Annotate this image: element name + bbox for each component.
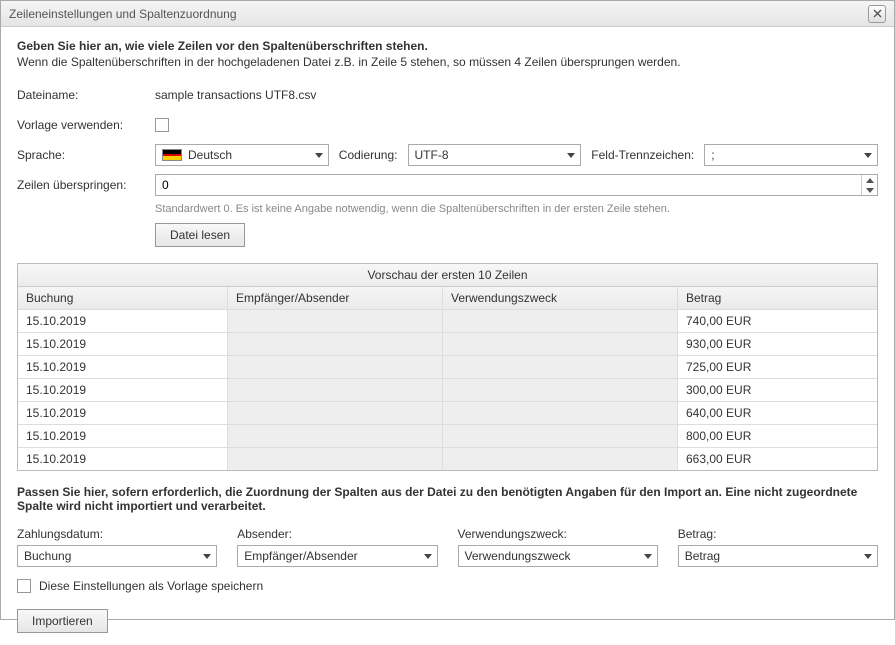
save-template-row: Diese Einstellungen als Vorlage speicher…	[17, 579, 878, 593]
map-sender-label: Absender:	[237, 527, 437, 541]
table-cell	[228, 333, 443, 355]
mapping-labels: Zahlungsdatum: Buchung Absender: Empfäng…	[17, 527, 878, 567]
preview-table: Vorschau der ersten 10 Zeilen Buchung Em…	[17, 263, 878, 471]
table-cell: 930,00 EUR	[678, 333, 877, 355]
map-date-select[interactable]: Buchung	[17, 545, 217, 567]
col-header-zweck: Verwendungszweck	[443, 287, 678, 309]
skip-rows-input[interactable]	[156, 175, 861, 195]
table-cell: 663,00 EUR	[678, 448, 877, 470]
table-cell	[443, 425, 678, 447]
separator-label: Feld-Trennzeichen:	[591, 148, 694, 162]
separator-select[interactable]: ;	[704, 144, 878, 166]
filename-value: sample transactions UTF8.csv	[155, 88, 878, 102]
dialog-title: Zeileneinstellungen und Spaltenzuordnung	[9, 7, 868, 21]
table-cell	[443, 402, 678, 424]
table-row: 15.10.2019 300,00 EUR	[18, 379, 877, 402]
map-purpose-label: Verwendungszweck:	[458, 527, 658, 541]
encoding-label: Codierung:	[339, 148, 398, 162]
table-cell	[228, 448, 443, 470]
table-cell	[228, 310, 443, 332]
skip-rows-label: Zeilen überspringen:	[17, 178, 155, 192]
table-cell: 640,00 EUR	[678, 402, 877, 424]
import-button[interactable]: Importieren	[17, 609, 108, 633]
table-cell	[443, 448, 678, 470]
map-amount-label: Betrag:	[678, 527, 878, 541]
skip-rows-spinner[interactable]	[155, 174, 878, 196]
language-value: Deutsch	[188, 148, 232, 162]
table-cell: 15.10.2019	[18, 425, 228, 447]
map-purpose-select[interactable]: Verwendungszweck	[458, 545, 658, 567]
close-button[interactable]	[868, 5, 886, 23]
encoding-value: UTF-8	[415, 148, 449, 162]
flag-de-icon	[162, 149, 182, 161]
table-cell	[228, 402, 443, 424]
dialog: Zeileneinstellungen und Spaltenzuordnung…	[0, 0, 895, 620]
spinner-down-button[interactable]	[862, 185, 877, 195]
filename-label: Dateiname:	[17, 88, 155, 102]
table-row: 15.10.2019 800,00 EUR	[18, 425, 877, 448]
table-cell: 15.10.2019	[18, 402, 228, 424]
table-cell	[228, 425, 443, 447]
table-row: 15.10.2019 740,00 EUR	[18, 310, 877, 333]
close-icon	[873, 9, 882, 18]
read-file-button[interactable]: Datei lesen	[155, 223, 245, 247]
table-row: 15.10.2019 663,00 EUR	[18, 448, 877, 470]
mapping-instruction: Passen Sie hier, sofern erforderlich, di…	[17, 485, 878, 513]
language-label: Sprache:	[17, 148, 155, 162]
preview-header: Buchung Empfänger/Absender Verwendungszw…	[18, 287, 877, 310]
table-cell: 15.10.2019	[18, 333, 228, 355]
col-header-betrag: Betrag	[678, 287, 877, 309]
table-cell: 15.10.2019	[18, 356, 228, 378]
preview-title: Vorschau der ersten 10 Zeilen	[18, 264, 877, 287]
dialog-content: Geben Sie hier an, wie viele Zeilen vor …	[1, 27, 894, 645]
preview-body: 15.10.2019 740,00 EUR 15.10.2019 930,00 EUR…	[18, 310, 877, 470]
table-cell	[443, 379, 678, 401]
titlebar: Zeileneinstellungen und Spaltenzuordnung	[1, 1, 894, 27]
table-cell	[228, 356, 443, 378]
skip-rows-hint: Standardwert 0. Es ist keine Angabe notw…	[155, 203, 878, 215]
instruction-heading: Geben Sie hier an, wie viele Zeilen vor …	[17, 39, 878, 53]
table-cell	[443, 310, 678, 332]
table-cell: 15.10.2019	[18, 448, 228, 470]
use-template-checkbox[interactable]	[155, 118, 169, 132]
spinner-up-button[interactable]	[862, 175, 877, 185]
use-template-label: Vorlage verwenden:	[17, 118, 155, 132]
table-row: 15.10.2019 725,00 EUR	[18, 356, 877, 379]
save-template-label: Diese Einstellungen als Vorlage speicher…	[39, 579, 263, 593]
use-template-row: Vorlage verwenden:	[17, 113, 878, 137]
table-cell	[443, 356, 678, 378]
table-row: 15.10.2019 930,00 EUR	[18, 333, 877, 356]
language-select[interactable]: Deutsch	[155, 144, 329, 166]
table-cell	[443, 333, 678, 355]
locale-row: Sprache: Deutsch Codierung: UTF-8 Feld-T…	[17, 143, 878, 167]
skip-rows-row: Zeilen überspringen:	[17, 173, 878, 197]
table-row: 15.10.2019 640,00 EUR	[18, 402, 877, 425]
save-template-checkbox[interactable]	[17, 579, 31, 593]
col-header-buchung: Buchung	[18, 287, 228, 309]
table-cell: 300,00 EUR	[678, 379, 877, 401]
table-cell: 800,00 EUR	[678, 425, 877, 447]
instruction-text: Wenn die Spaltenüberschriften in der hoc…	[17, 55, 878, 69]
table-cell: 740,00 EUR	[678, 310, 877, 332]
table-cell: 15.10.2019	[18, 379, 228, 401]
table-cell	[228, 379, 443, 401]
map-amount-select[interactable]: Betrag	[678, 545, 878, 567]
table-cell: 15.10.2019	[18, 310, 228, 332]
encoding-select[interactable]: UTF-8	[408, 144, 582, 166]
separator-value: ;	[711, 148, 714, 162]
map-date-label: Zahlungsdatum:	[17, 527, 217, 541]
col-header-empfaenger: Empfänger/Absender	[228, 287, 443, 309]
chevron-down-icon	[866, 188, 874, 193]
filename-row: Dateiname: sample transactions UTF8.csv	[17, 83, 878, 107]
table-cell: 725,00 EUR	[678, 356, 877, 378]
chevron-up-icon	[866, 178, 874, 183]
map-sender-select[interactable]: Empfänger/Absender	[237, 545, 437, 567]
